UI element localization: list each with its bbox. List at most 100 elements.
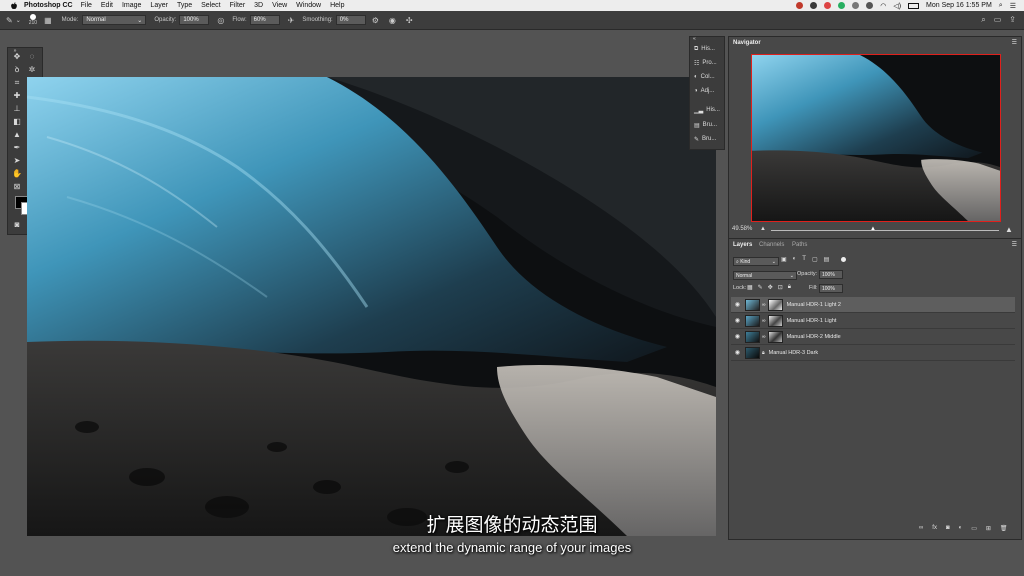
strip-item-adjustments[interactable]: ◑ Adj... [694,86,714,96]
panel-expand-icon[interactable]: « [693,36,696,42]
blur-tool-icon[interactable]: ▲ [12,130,22,140]
smoothing-field[interactable]: 0% [335,15,366,25]
strip-item-brush-settings[interactable]: ▤ Bru... [694,120,717,130]
filter-adjustment-icon[interactable]: ◐ [793,256,797,263]
tab-channels[interactable]: Channels [759,242,784,248]
visibility-eye-icon[interactable]: ◉ [734,333,741,340]
move-tool-icon[interactable]: ✥ [12,52,22,62]
fill-field[interactable]: 100% [819,284,843,293]
layer-mask-thumbnail[interactable] [767,330,783,343]
frame-tool-icon[interactable]: ⊠ [12,182,22,192]
mode-select[interactable]: Normal ⌄ [82,15,147,25]
share-icon[interactable]: ⇪ [1009,15,1016,25]
hand-tool-icon[interactable]: ✋ [12,169,22,179]
workspace-icon[interactable]: ▭ [994,15,1002,25]
lock-position-icon[interactable]: ✥ [768,284,773,291]
clock[interactable]: Mon Sep 16 1:55 PM [926,2,992,9]
zoom-out-icon[interactable]: ▲ [760,226,766,232]
navigator-view-box[interactable] [751,54,1001,222]
menu-help[interactable]: Help [330,2,344,9]
tab-paths[interactable]: Paths [792,242,807,248]
menu-layer[interactable]: Layer [150,2,168,9]
menu-view[interactable]: View [272,2,287,9]
visibility-eye-icon[interactable]: ◉ [734,301,741,308]
layer-name[interactable]: Manual HDR-1 Light [787,318,837,324]
panel-menu-icon[interactable]: ☰ [1012,39,1017,46]
chevron-down-icon[interactable]: ⌄ [16,17,21,24]
wifi-icon[interactable]: ◠ [880,2,886,10]
eraser-tool-icon[interactable]: ◧ [12,117,22,127]
pressure-opacity-icon[interactable]: ◎ [217,16,224,25]
healing-brush-tool-icon[interactable]: ✚ [12,91,22,101]
lock-all-icon[interactable]: 🔒︎ [788,284,791,291]
strip-item-histogram[interactable]: ▁▃ His... [694,105,720,115]
menu-image[interactable]: Image [122,2,141,9]
layer-opacity-field[interactable]: 100% [819,270,843,279]
spotlight-icon[interactable]: ⌕ [999,2,1003,10]
layer-mask-thumbnail[interactable] [767,314,783,327]
strip-item-color[interactable]: ◐ Col... [694,72,715,82]
layer-row[interactable]: ◉ 🔒︎ Manual HDR-3 Dark [731,345,1015,361]
lasso-tool-icon[interactable]: ꝺ [12,65,22,75]
clone-stamp-tool-icon[interactable]: ⊥ [12,104,22,114]
lock-pixels-icon[interactable]: ✎ [758,284,763,291]
menu-select[interactable]: Select [201,2,220,9]
panel-menu-icon[interactable]: ☰ [1012,241,1017,248]
strip-item-brushes[interactable]: ✎ Bru... [694,134,716,144]
smoothing-options-gear-icon[interactable]: ⚙ [372,16,379,25]
filter-shape-icon[interactable]: ▢ [812,256,818,263]
navigator-tab[interactable]: Navigator [733,40,761,46]
blend-mode-select[interactable]: Normal ⌄ [733,271,797,280]
battery-icon[interactable] [908,2,920,9]
filter-toggle-icon[interactable] [841,257,846,262]
layer-name[interactable]: Manual HDR-2 Middle [787,334,841,340]
marquee-tool-icon[interactable]: ◌ [27,52,37,62]
layer-row[interactable]: ◉ ∞ Manual HDR-2 Middle [731,329,1015,345]
menu-3d[interactable]: 3D [254,2,263,9]
visibility-eye-icon[interactable]: ◉ [734,317,741,324]
menu-edit[interactable]: Edit [101,2,113,9]
filter-pixel-icon[interactable]: ▣ [781,256,787,263]
zoom-slider-thumb[interactable]: ▲ [870,226,876,232]
zoom-slider-track[interactable] [771,230,999,231]
filter-smart-object-icon[interactable]: ▤ [824,256,830,263]
zoom-level[interactable]: 49.58% [732,226,752,232]
sync-icon[interactable] [852,2,860,9]
filter-type-icon[interactable]: T [802,256,806,263]
airbrush-icon[interactable]: ✈ [288,16,295,25]
layer-filter-kind[interactable]: ⌕ Kind ⌄ [733,257,779,266]
layer-row[interactable]: ◉ ∞ Manual HDR-1 Light 2 [731,297,1015,313]
strip-item-history[interactable]: ⧉ His... [694,44,715,54]
search-icon[interactable]: ⌕ [981,15,985,25]
lock-transparent-icon[interactable]: ▦ [747,284,753,291]
symmetry-icon[interactable]: ✣ [406,16,413,25]
zoom-in-icon[interactable]: ▲ [1005,225,1013,234]
time-machine-icon[interactable] [866,2,874,9]
creative-cloud-icon[interactable] [810,2,818,9]
pressure-size-icon[interactable]: ◉ [389,16,396,25]
document-canvas[interactable] [27,77,716,536]
brush-settings-toggle-icon[interactable]: ▦ [44,16,52,25]
lock-artboard-icon[interactable]: ⊡ [778,284,783,291]
layer-name[interactable]: Manual HDR-3 Dark [769,350,819,356]
menu-type[interactable]: Type [177,2,192,9]
opacity-field[interactable]: 100% [179,15,210,25]
notification-center-icon[interactable]: ☰ [1010,2,1016,10]
apple-icon[interactable] [10,1,18,10]
volume-icon[interactable]: ◁) [893,2,901,10]
visibility-eye-icon[interactable]: ◉ [734,349,741,356]
pen-tool-icon[interactable]: ✒ [12,143,22,153]
path-selection-tool-icon[interactable]: ➤ [12,156,22,166]
app-status-icon[interactable] [796,2,804,9]
crop-tool-icon[interactable]: ⌗ [12,78,22,88]
tab-layers[interactable]: Layers [733,242,752,248]
menu-filter[interactable]: Filter [230,2,246,9]
adobe-icon[interactable] [824,2,832,9]
brush-tool-preset-icon[interactable]: ✎ [6,16,13,25]
evernote-icon[interactable] [838,2,846,9]
menu-window[interactable]: Window [296,2,321,9]
brush-preset-picker[interactable]: 210 [29,14,37,26]
layer-row[interactable]: ◉ ∞ Manual HDR-1 Light [731,313,1015,329]
strip-item-properties[interactable]: ☷ Pro... [694,58,717,68]
layer-mask-thumbnail[interactable] [767,298,783,311]
